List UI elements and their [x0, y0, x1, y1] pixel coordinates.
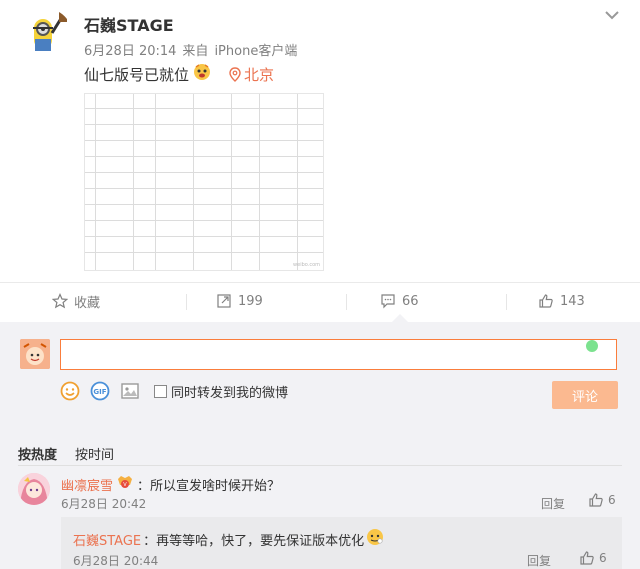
current-user-avatar[interactable] — [20, 339, 50, 369]
favorite-label: 收藏 — [74, 295, 101, 311]
comment-body: ：所以宣发啥时候开始？ — [137, 478, 281, 494]
chevron-down-icon[interactable] — [602, 6, 622, 24]
comment-reply-button[interactable]: 回复 — [541, 495, 565, 512]
thumbs-up-icon — [589, 493, 603, 507]
commenter-avatar[interactable] — [18, 473, 50, 505]
comment-count: 66 — [402, 293, 419, 309]
commenter-name[interactable]: 幽凛宸雪 — [61, 475, 113, 494]
post-date[interactable]: 6月28日 20:14 — [84, 44, 176, 59]
repost-checkbox-label[interactable]: 同时转发到我的微博 — [171, 382, 288, 401]
reply-body: ：再等等哈，快了，要先保证版本优化 — [143, 533, 365, 549]
author-avatar[interactable] — [22, 9, 72, 59]
comment-pointer — [392, 314, 408, 322]
location-pin-icon — [229, 66, 241, 82]
status-dot — [586, 340, 598, 352]
emoji-icon — [366, 528, 384, 550]
tab-sort-by-heat[interactable]: 按热度 — [18, 444, 57, 463]
comment-icon — [381, 294, 395, 309]
emoji-icon — [193, 63, 211, 85]
submit-comment-button[interactable]: 评论 — [552, 381, 618, 409]
reply-time: 6月28日 20:44 — [73, 554, 159, 568]
repost-count: 199 — [238, 293, 263, 309]
gif-icon[interactable]: GIF — [90, 381, 110, 401]
vip-badge-icon: V — [116, 474, 134, 494]
thumbs-up-icon — [539, 294, 553, 308]
author-name[interactable]: 石巍STAGE — [84, 12, 174, 36]
post-image-document[interactable]: weibo.com — [84, 93, 324, 271]
svg-text:V: V — [123, 482, 127, 488]
reply-like-count: 6 — [599, 551, 607, 565]
star-icon — [52, 293, 68, 309]
image-upload-icon[interactable] — [120, 381, 140, 401]
comment-sort-tabs: 按热度 按时间 — [18, 444, 114, 463]
tab-sort-by-time[interactable]: 按时间 — [75, 444, 114, 463]
like-count: 143 — [560, 293, 585, 309]
reply-reply-button[interactable]: 回复 — [527, 552, 551, 569]
image-watermark: weibo.com — [293, 262, 320, 268]
repost-checkbox[interactable] — [154, 384, 167, 398]
repost-button[interactable]: 199 — [216, 283, 263, 319]
like-button[interactable]: 143 — [538, 283, 585, 319]
reply-like-button[interactable]: 6 — [579, 550, 607, 566]
post-text-body: 仙七版号已就位 — [84, 65, 190, 84]
composer-tools: GIF 同时转发到我的微博 — [60, 381, 288, 401]
location-link[interactable]: 北京 — [229, 64, 274, 85]
post-text: 仙七版号已就位 北京 — [84, 63, 274, 85]
comment-time: 6月28日 20:42 — [61, 497, 147, 511]
action-bar: 收藏 199 66 143 — [0, 283, 640, 319]
reply-author-name[interactable]: 石巍STAGE — [73, 530, 141, 549]
svg-text:GIF: GIF — [93, 388, 106, 396]
post-meta: 6月28日 20:14 来自 iPhone客户端 — [84, 40, 297, 59]
emoji-picker-icon[interactable] — [60, 381, 80, 401]
comment-like-count: 6 — [608, 493, 616, 507]
thumbs-up-icon — [580, 551, 594, 565]
comment-input[interactable] — [60, 339, 617, 370]
post-source-client[interactable]: iPhone客户端 — [214, 44, 297, 59]
location-label[interactable]: 北京 — [244, 64, 274, 85]
sort-divider — [18, 465, 622, 466]
comment-text: 幽凛宸雪 V ：所以宣发啥时候开始？ — [61, 474, 280, 494]
repost-icon — [217, 294, 231, 308]
favorite-button[interactable]: 收藏 — [52, 283, 100, 319]
post-source-prefix: 来自 — [182, 44, 209, 59]
reply-text: 石巍STAGE ：再等等哈，快了，要先保证版本优化 — [73, 528, 384, 550]
comment-like-button[interactable]: 6 — [588, 492, 616, 508]
